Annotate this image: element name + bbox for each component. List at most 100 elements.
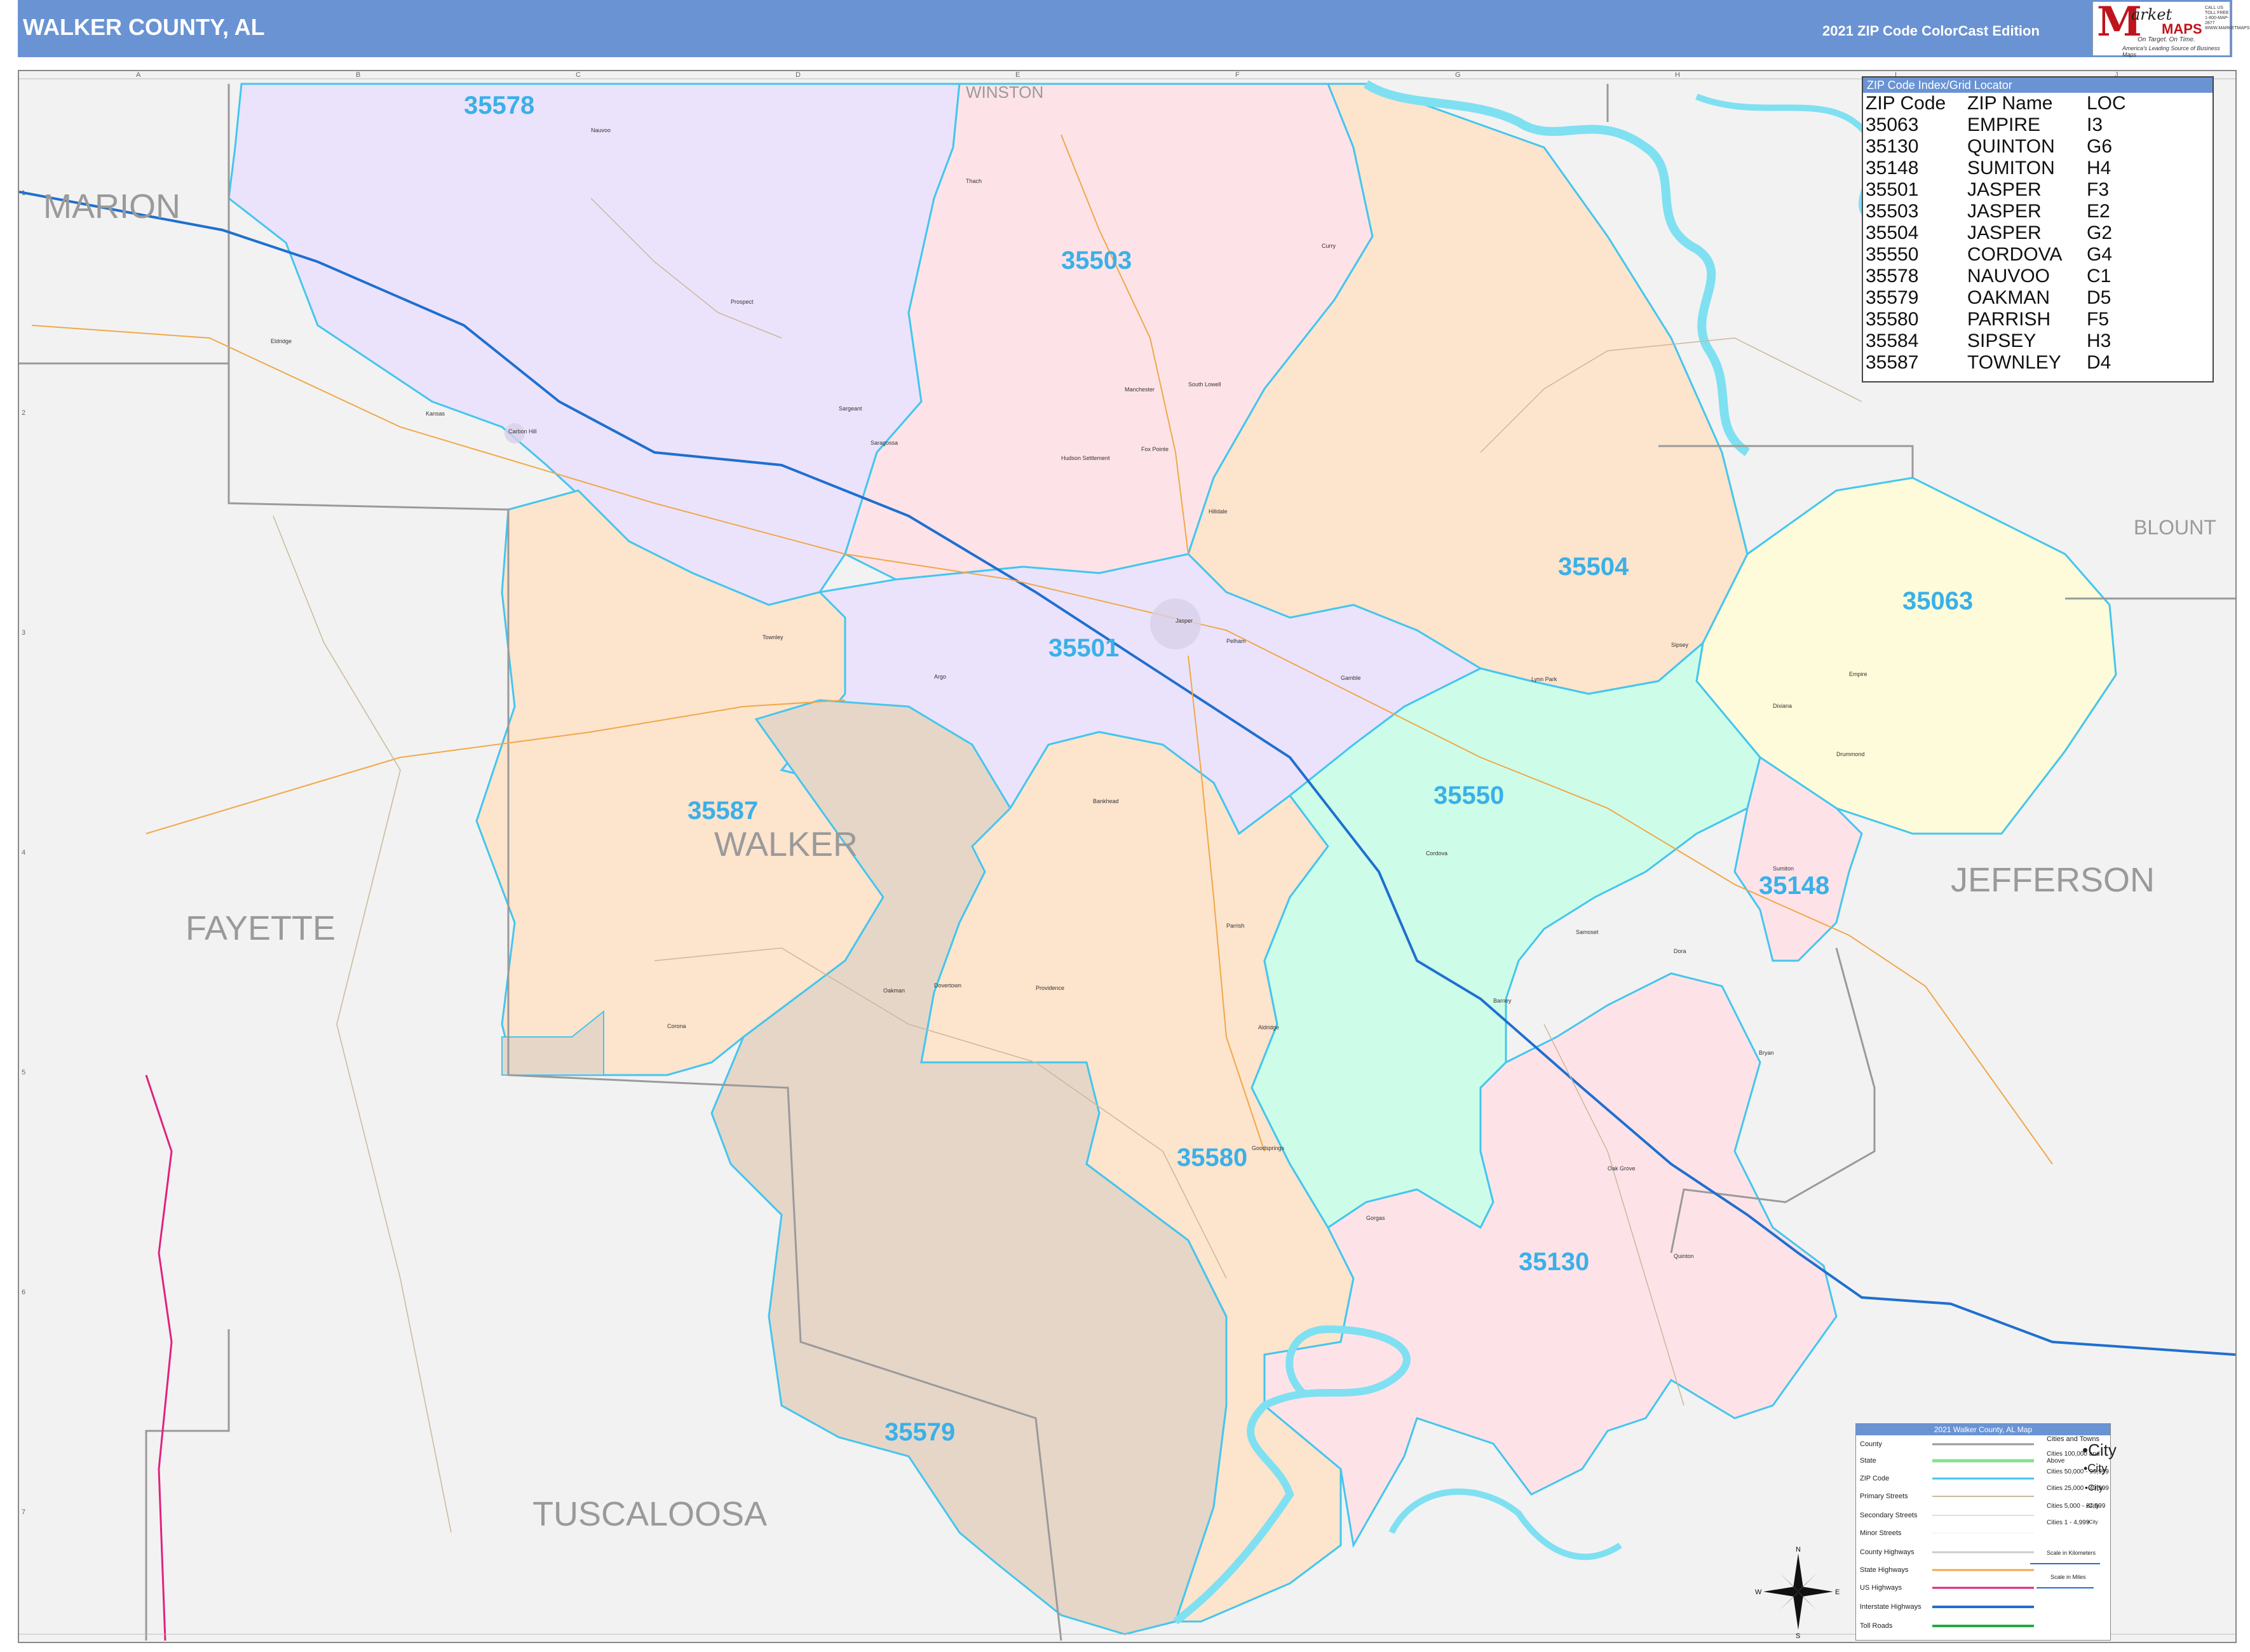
header-bar: WALKER COUNTY, AL 2021 ZIP Code ColorCas… — [18, 0, 2250, 58]
map-title: WALKER COUNTY, AL — [23, 14, 265, 40]
grid-col-g: G — [1455, 71, 1461, 79]
zip-index-row: 35148 SUMITON H4 — [1863, 158, 2213, 179]
town-label: Sipsey — [1671, 642, 1689, 648]
town-label: Drummond — [1836, 751, 1865, 757]
compass-s: S — [1796, 1632, 1800, 1639]
index-loc: I3 — [2087, 114, 2103, 135]
index-loc: C1 — [2087, 266, 2111, 287]
index-zip: 35550 — [1866, 244, 1919, 265]
legend-item: Primary Streets — [1860, 1493, 1908, 1500]
logo-maps: MAPS — [2162, 21, 2202, 37]
town-label: Fox Pointe — [1141, 446, 1169, 452]
town-label: Bankhead — [1093, 798, 1119, 804]
legend-item: ZIP Code — [1860, 1475, 1890, 1482]
town-label: Oak Grove — [1608, 1165, 1636, 1172]
us-highway-78[interactable] — [145, 1074, 173, 1641]
town-label: Sumiton — [1773, 865, 1794, 872]
compass-n: N — [1796, 1546, 1801, 1554]
legend-item: County Highways — [1860, 1548, 1915, 1556]
town-label: Argo — [934, 674, 947, 680]
index-zip: 35580 — [1866, 309, 1919, 330]
zip-index-row: 35550 CORDOVA G4 — [1863, 244, 2213, 266]
index-name: NAUVOO — [1967, 266, 2050, 287]
town-label: Providence — [1036, 985, 1065, 991]
zip-index-header: ZIP Code ZIP Name LOC — [1863, 93, 2213, 114]
header-loc: LOC — [2087, 93, 2126, 114]
index-zip: 35578 — [1866, 266, 1919, 287]
market-maps-logo: M arket MAPS On Target. On Time. America… — [2092, 0, 2250, 58]
index-loc: G6 — [2087, 136, 2113, 157]
index-name: TOWNLEY — [1967, 352, 2061, 373]
legend-city-sample: •City — [2086, 1503, 2099, 1510]
county-label-blount: BLOUNT — [2134, 516, 2216, 539]
county-label-marion: MARION — [43, 187, 180, 226]
index-zip: 35587 — [1866, 352, 1919, 373]
zip-index-title: ZIP Code Index/Grid Locator — [1863, 78, 2213, 93]
legend-item: US Highways — [1860, 1584, 1902, 1592]
index-name: EMPIRE — [1967, 114, 2041, 135]
grid-row-3: 3 — [22, 629, 26, 637]
logo-contact: CALL US TOLL FREE 1-800-MAP-2877 WWW.MAR… — [2205, 6, 2250, 30]
legend-item: State — [1860, 1457, 1876, 1465]
index-zip: 35063 — [1866, 114, 1919, 135]
zip-index-rows: 35063 EMPIRE I3 35130 QUINTON G6 35148 SUMITON H… — [1863, 114, 2213, 374]
town-label: Nauvoo — [591, 127, 611, 133]
town-label: Saragossa — [871, 440, 898, 446]
lake-east — [1695, 93, 1878, 227]
logo-sub: America's Leading Source of Business Map… — [2122, 45, 2220, 58]
index-name: OAKMAN — [1967, 287, 2050, 308]
jasper-town-marker[interactable] — [1150, 599, 1201, 649]
header-zip: ZIP Code — [1866, 93, 1946, 114]
town-label: Townley — [762, 634, 783, 640]
town-label: Barney — [1493, 998, 1512, 1004]
legend-city-sample: •City — [2087, 1519, 2098, 1525]
legend-item: Minor Streets — [1860, 1529, 1902, 1537]
legend-item: Interstate Highways — [1860, 1603, 1921, 1611]
grid-col-h: H — [1675, 71, 1680, 79]
index-name: JASPER — [1967, 201, 2042, 222]
index-zip: 35584 — [1866, 330, 1919, 351]
index-zip: 35579 — [1866, 287, 1919, 308]
grid-row-5: 5 — [22, 1069, 26, 1076]
index-name: PARRISH — [1967, 309, 2051, 330]
legend-city-sample: •City — [2084, 1462, 2108, 1475]
index-zip: 35503 — [1866, 201, 1919, 222]
zip-index-row: 35584 SIPSEY H3 — [1863, 330, 2213, 352]
town-label: Dixiana — [1773, 703, 1793, 709]
zip-label-35148: 35148 — [1759, 872, 1830, 900]
zip-index-row: 35587 TOWNLEY D4 — [1863, 352, 2213, 374]
zip-label-35130: 35130 — [1519, 1248, 1590, 1276]
edition-label: 2021 ZIP Code ColorCast Edition — [1822, 23, 2040, 39]
town-label: Dovertown — [934, 982, 962, 989]
river-tail — [1388, 1488, 1622, 1561]
grid-col-d: D — [796, 71, 801, 79]
town-label: Jasper — [1176, 618, 1193, 624]
grid-row-2: 2 — [22, 409, 26, 417]
zip-index-row: 35501 JASPER F3 — [1863, 179, 2213, 201]
legend-item: Secondary Streets — [1860, 1512, 1918, 1519]
county-label-fayette: FAYETTE — [186, 909, 336, 947]
map-legend: 2021 Walker County, AL Map County State … — [1855, 1423, 2117, 1641]
index-name: SUMITON — [1967, 158, 2055, 179]
compass-e: E — [1835, 1588, 1840, 1596]
grid-row-7: 7 — [22, 1508, 26, 1516]
town-label: Sargeant — [839, 405, 862, 412]
town-label: Gamble — [1341, 675, 1361, 681]
legend-item: State Highways — [1860, 1566, 1909, 1574]
grid-col-e: E — [1015, 71, 1020, 79]
town-label: Corona — [667, 1023, 686, 1029]
index-loc: H4 — [2087, 158, 2111, 179]
legend-title: 2021 Walker County, AL Map — [1856, 1424, 2110, 1435]
town-label: Quinton — [1674, 1253, 1694, 1259]
zip-index-row: 35063 EMPIRE I3 — [1863, 114, 2213, 136]
compass-rose: N S E W — [1755, 1546, 1840, 1639]
town-label: Goodsprings — [1252, 1145, 1285, 1151]
town-label: Hilldale — [1209, 508, 1228, 515]
zip-label-35063: 35063 — [1902, 587, 1974, 615]
zip-label-35578: 35578 — [464, 91, 535, 119]
zip-label-35587: 35587 — [688, 797, 759, 825]
index-loc: D5 — [2087, 287, 2111, 308]
town-label: Gorgas — [1366, 1215, 1385, 1221]
town-label: Pelham — [1226, 638, 1246, 644]
zip-label-35550: 35550 — [1433, 782, 1505, 809]
